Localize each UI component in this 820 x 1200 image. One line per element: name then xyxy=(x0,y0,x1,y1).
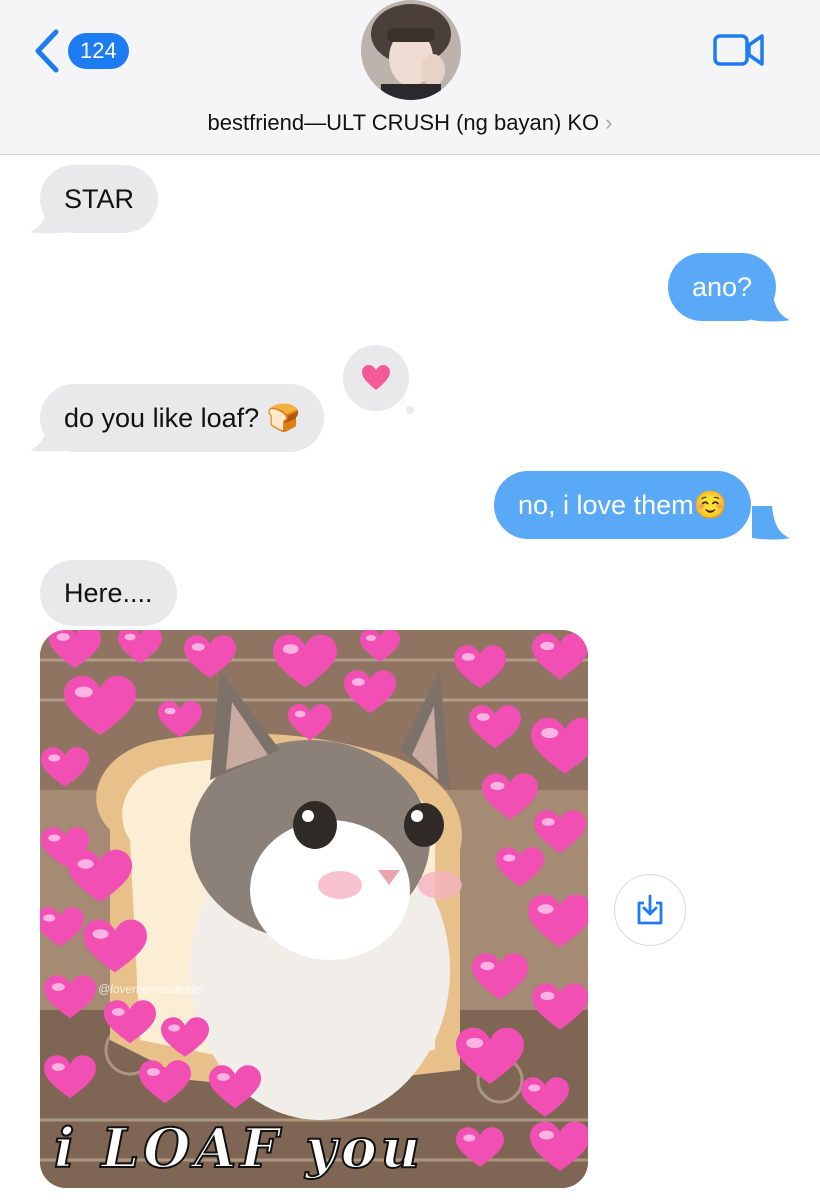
received-message[interactable]: do you like loaf? 🍞 xyxy=(40,384,325,452)
download-icon xyxy=(637,894,663,925)
contact-avatar[interactable] xyxy=(361,0,461,100)
heart-icon xyxy=(362,365,390,390)
received-message[interactable]: STAR xyxy=(40,165,159,233)
message-text: ano? xyxy=(692,272,753,302)
cat-loaf-meme-image xyxy=(40,630,588,1188)
image-caption: i LOAF you xyxy=(53,1115,425,1181)
sent-message[interactable]: ano? xyxy=(668,253,777,321)
sent-message[interactable]: no, i love them☺️ xyxy=(494,471,752,539)
chevron-right-icon: › xyxy=(605,110,613,135)
facetime-video-button[interactable] xyxy=(712,30,766,70)
video-camera-icon xyxy=(713,34,764,66)
message-text: no, i love them☺️ xyxy=(518,490,728,520)
unread-count-badge: 124 xyxy=(68,33,129,69)
received-message[interactable]: Here.... xyxy=(40,560,177,626)
message-text: STAR xyxy=(64,184,135,214)
contact-name-button[interactable]: bestfriend—ULT CRUSH (ng bayan) KO › xyxy=(0,110,820,136)
bubble-tail xyxy=(752,506,790,540)
message-text: Here.... xyxy=(64,578,153,608)
message-text: do you like loaf? 🍞 xyxy=(64,403,301,433)
tapback-reaction[interactable] xyxy=(340,342,412,414)
save-image-button[interactable] xyxy=(614,874,686,946)
tapback-tail-dot xyxy=(406,406,414,414)
image-watermark: @lovememesdealer xyxy=(98,982,205,996)
back-button[interactable]: 124 xyxy=(30,28,129,74)
contact-name: bestfriend—ULT CRUSH (ng bayan) KO xyxy=(207,110,600,135)
conversation-header: 124 bestfriend—ULT CRUSH (ng bayan) KO › xyxy=(0,0,820,155)
chevron-left-icon xyxy=(35,29,59,73)
avatar-photo xyxy=(361,0,461,100)
image-attachment[interactable]: @lovememesdealer i LOAF you xyxy=(40,630,588,1188)
